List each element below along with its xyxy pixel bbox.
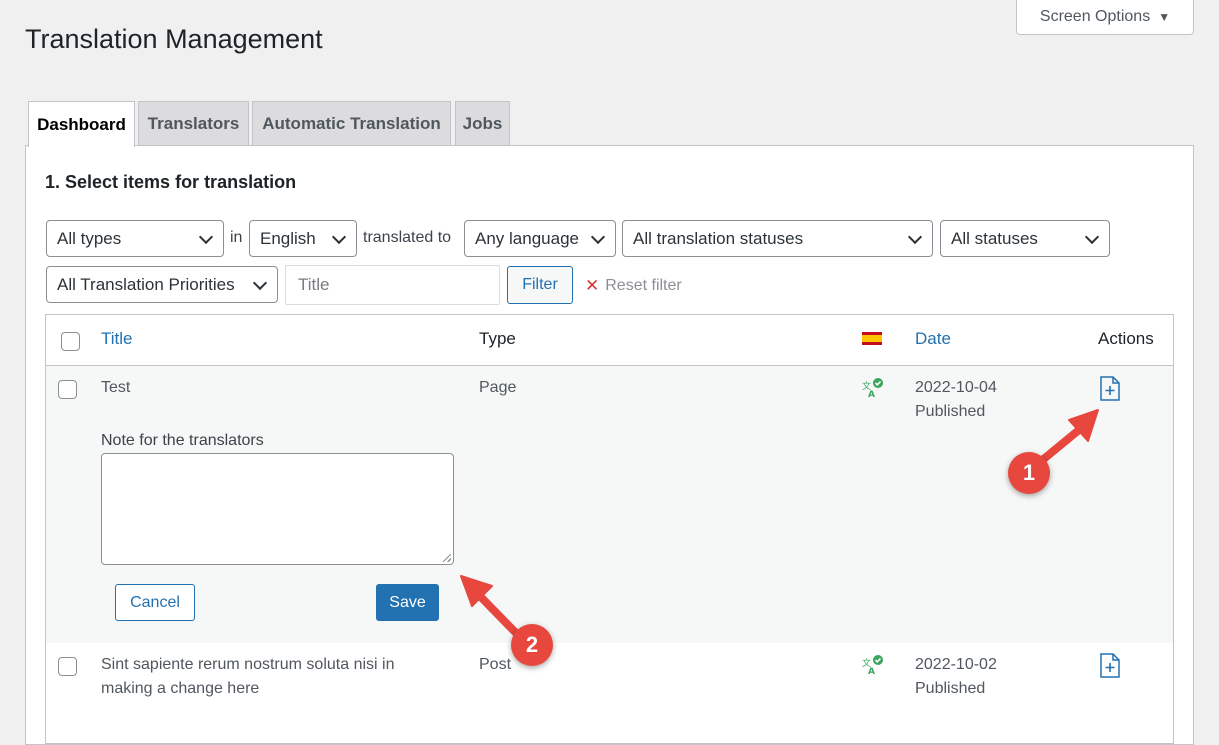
add-document-icon[interactable]: [1099, 653, 1121, 678]
reset-filter-link[interactable]: ✕ Reset filter: [585, 276, 682, 296]
translated-to-label: translated to: [363, 229, 452, 246]
row-date: 2022-10-02: [915, 656, 997, 673]
cancel-button[interactable]: Cancel: [115, 584, 195, 621]
tab-translators[interactable]: Translators: [138, 101, 249, 146]
caret-down-icon: ▼: [1158, 9, 1171, 24]
note-label: Note for the translators: [101, 432, 264, 449]
chevron-down-icon: [590, 229, 606, 245]
column-actions-header: Actions: [1098, 329, 1154, 348]
screen-options-button[interactable]: Screen Options ▼: [1016, 0, 1194, 35]
screen-options-label: Screen Options: [1039, 7, 1151, 25]
callout-badge-2: 2: [511, 624, 553, 666]
source-language-select[interactable]: English: [249, 220, 357, 257]
type-select[interactable]: All types: [46, 220, 224, 257]
page-title: Translation Management: [25, 24, 323, 54]
title-search-placeholder: Title: [298, 275, 330, 294]
tab-dashboard[interactable]: Dashboard: [28, 101, 135, 147]
add-document-icon[interactable]: [1099, 376, 1121, 401]
row-date: 2022-10-04: [915, 379, 997, 396]
type-select-value: All types: [57, 228, 122, 248]
row-checkbox[interactable]: [58, 380, 77, 399]
select-all-checkbox[interactable]: [61, 332, 80, 351]
column-date-header[interactable]: Date: [915, 329, 951, 349]
in-label: in: [230, 229, 243, 246]
spain-flag-icon: [862, 332, 882, 345]
source-language-value: English: [260, 228, 316, 248]
translated-check-icon: 文 A: [862, 378, 883, 398]
chevron-down-icon: [331, 229, 347, 245]
translation-status-value: All translation statuses: [633, 228, 804, 248]
column-type-header: Type: [479, 329, 516, 348]
row-type: Page: [479, 379, 517, 396]
target-language-value: Any language: [475, 228, 579, 248]
callout-badge-1: 1: [1008, 452, 1050, 494]
row-checkbox[interactable]: [58, 657, 77, 676]
chevron-down-icon: [1084, 229, 1100, 245]
translator-note-textarea[interactable]: [101, 453, 454, 565]
status-select[interactable]: All statuses: [940, 220, 1110, 257]
row-title: Test: [101, 379, 131, 396]
target-language-select[interactable]: Any language: [464, 220, 616, 257]
translation-status-select[interactable]: All translation statuses: [622, 220, 933, 257]
resize-grip-icon[interactable]: [443, 554, 451, 562]
chevron-down-icon: [198, 229, 214, 245]
row-title-line-2: making a change here: [101, 680, 260, 697]
section-title: 1. Select items for translation: [45, 172, 297, 192]
translated-check-icon: 文 A: [862, 655, 883, 675]
header-divider: [46, 365, 1173, 366]
priority-select[interactable]: All Translation Priorities: [46, 266, 278, 303]
status-select-value: All statuses: [951, 228, 1038, 248]
tab-automatic-translation[interactable]: Automatic Translation: [252, 101, 451, 146]
row-title-line-1: Sint sapiente rerum nostrum soluta nisi …: [101, 656, 395, 673]
close-icon: ✕: [585, 276, 600, 295]
priority-select-value: All Translation Priorities: [57, 274, 235, 294]
svg-text:A: A: [868, 390, 875, 398]
filter-button[interactable]: Filter: [507, 266, 573, 304]
row-status: Published: [915, 680, 986, 697]
chevron-down-icon: [252, 275, 268, 291]
tab-jobs[interactable]: Jobs: [455, 101, 510, 146]
row-type: Post: [479, 656, 512, 673]
row-status: Published: [915, 403, 986, 420]
reset-filter-label: Reset filter: [605, 277, 682, 294]
save-button[interactable]: Save: [376, 584, 439, 621]
column-title-header[interactable]: Title: [101, 329, 133, 349]
chevron-down-icon: [907, 229, 923, 245]
title-search-input[interactable]: Title: [285, 265, 500, 305]
svg-text:A: A: [868, 667, 875, 675]
